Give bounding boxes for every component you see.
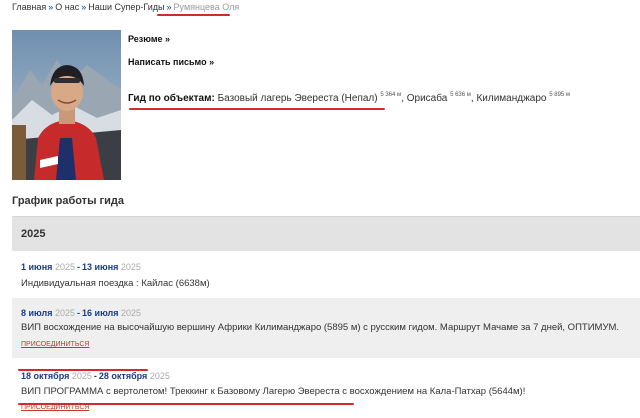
breadcrumb: Главная» О нас» Наши Супер-Гиды» Румянцева …	[12, 2, 239, 12]
breadcrumb-highlight-underline	[157, 14, 230, 16]
date-dash: -	[76, 262, 80, 272]
guide-object-name[interactable]: Килиманджаро	[476, 93, 546, 104]
guide-object-height: 5 636 м	[450, 92, 471, 98]
schedule-event: 18 октября 2025-28 октября 2025 ВИП ПРОГ…	[12, 365, 640, 418]
resume-link[interactable]: Резюме »	[128, 34, 170, 44]
breadcrumb-home[interactable]: Главная	[12, 2, 46, 12]
event-start-year: 2025	[55, 308, 76, 318]
event-end-year: 2025	[120, 262, 141, 272]
guide-photo	[12, 30, 121, 180]
event-dates: 8 июля 2025-16 июля 2025	[21, 308, 141, 318]
guide-objects: Гид по объектам: Базовый лагерь Эвереста…	[128, 92, 571, 104]
join-button[interactable]: ПРИСОЕДИНИТЬСЯ	[21, 404, 89, 411]
event-title-highlight-underline	[18, 403, 354, 405]
guide-object-height: 5 895 м	[549, 92, 571, 98]
event-start-year: 2025	[71, 371, 92, 381]
guide-objects-label: Гид по объектам:	[128, 93, 215, 104]
event-end-day: 13 июня	[81, 262, 119, 272]
join-button[interactable]: ПРИСОЕДИНИТЬСЯ	[21, 341, 89, 348]
event-dates: 18 октября 2025-28 октября 2025	[21, 371, 170, 381]
guide-object-name[interactable]: Базовый лагерь Эвереста (Непал)	[218, 93, 378, 104]
breadcrumb-about[interactable]: О нас	[55, 2, 79, 12]
event-start-day: 1 июня	[21, 262, 53, 272]
event-start-day: 18 октября	[21, 371, 70, 381]
event-highlight-underline	[18, 369, 148, 371]
breadcrumb-current: Румянцева Оля	[173, 2, 240, 12]
guide-object-height: 5 364 м	[380, 92, 402, 98]
date-dash: -	[77, 308, 81, 318]
breadcrumb-guides[interactable]: Наши Супер-Гиды	[88, 2, 164, 12]
year-label: 2025	[21, 228, 46, 240]
breadcrumb-separator: »	[48, 2, 54, 12]
schedule-event: 8 июля 2025-16 июля 2025 ВИП восхождение…	[12, 298, 640, 358]
guide-objects-highlight-underline	[129, 108, 385, 110]
event-title[interactable]: ВИП восхождение на высочайшую вершину Аф…	[21, 322, 619, 333]
event-start-year: 2025	[54, 262, 75, 272]
event-end-year: 2025	[149, 371, 170, 381]
guide-object-name[interactable]: Орисаба	[407, 93, 448, 104]
event-dates: 1 июня 2025-13 июня 2025	[21, 262, 141, 272]
event-end-day: 16 июля	[82, 308, 119, 318]
schedule-event: 1 июня 2025-13 июня 2025 Индивидуальная …	[12, 252, 640, 298]
event-end-year: 2025	[121, 308, 142, 318]
year-header: 2025	[12, 216, 640, 251]
event-start-day: 8 июля	[21, 308, 53, 318]
breadcrumb-separator: »	[166, 2, 172, 12]
breadcrumb-separator: »	[81, 2, 87, 12]
event-title[interactable]: Индивидуальная поездка : Кайлас (6638м)	[21, 278, 210, 289]
event-end-day: 28 октября	[98, 371, 148, 381]
schedule-title: График работы гида	[12, 195, 124, 207]
date-dash: -	[93, 371, 97, 381]
write-letter-link[interactable]: Написать письмо »	[128, 57, 214, 67]
event-title[interactable]: ВИП ПРОГРАММА с вертолетом! Треккинг к Б…	[21, 386, 525, 397]
